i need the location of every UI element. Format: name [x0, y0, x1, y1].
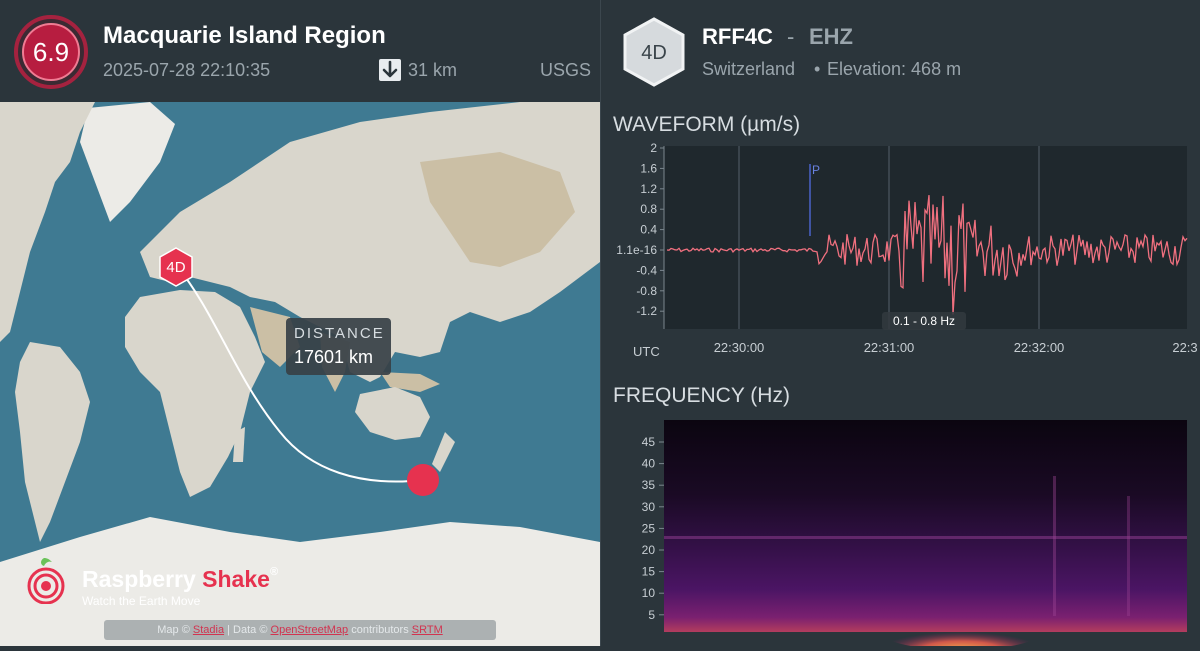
- epicenter-marker[interactable]: [407, 464, 439, 496]
- waveform-title: WAVEFORM (µm/s): [613, 113, 801, 136]
- spectrogram-y-tick: 5: [648, 608, 655, 622]
- spectrogram-y-tick: 35: [642, 478, 656, 492]
- brand-name: Raspberry Shake®: [82, 566, 278, 593]
- station-badge-label: 4D: [641, 42, 667, 64]
- raspberry-shake-logo[interactable]: Raspberry Shake® Watch the Earth Move: [22, 556, 322, 612]
- arrow-down-icon: [379, 59, 401, 81]
- time-tick-1: 22:31:00: [864, 340, 915, 355]
- spectrogram-band: [664, 536, 1187, 539]
- map-attribution: Map © Stadia | Data © OpenStreetMap cont…: [104, 620, 496, 640]
- spectrogram-svg[interactable]: 45 40 35 30 25 20 15 10 5: [601, 416, 1200, 650]
- waveform-y-tick: -0.4: [636, 263, 657, 277]
- station-panel: 4D RFF4C - EHZ Switzerland • Elevation: …: [601, 0, 1200, 650]
- station-badge: 4D: [621, 16, 687, 88]
- station-country: Switzerland: [702, 59, 796, 79]
- waveform-y-tick: 1.2: [640, 182, 657, 196]
- utc-label: UTC: [633, 344, 660, 359]
- attribution-data-prefix: | Data ©: [224, 624, 271, 636]
- station-channel: EHZ: [809, 24, 853, 49]
- waveform-y-tick: 2: [650, 141, 657, 155]
- station-marker[interactable]: 4D: [159, 247, 193, 287]
- waveform-y-tick: 0.4: [640, 223, 657, 237]
- time-tick-0: 22:30:00: [714, 340, 765, 355]
- brand-tagline: Watch the Earth Move: [82, 594, 201, 608]
- event-title: Macquarie Island Region: [103, 22, 386, 49]
- station-marker-label: 4D: [166, 259, 185, 276]
- attribution-prefix: Map ©: [157, 624, 193, 636]
- station-dash: -: [787, 24, 795, 49]
- spectrogram-y-tick: 20: [642, 543, 656, 557]
- spectrogram-y-tick: 10: [642, 586, 656, 600]
- spectrogram-y-tick: 40: [642, 457, 656, 471]
- brand-name-part1: Raspberry: [82, 566, 203, 592]
- brand-name-part2: Shake: [202, 566, 270, 592]
- waveform-chart[interactable]: 2 1.6 1.2 0.8 0.4 1.1e-16 -0.4 -0.8 -1.2 P 0.1 -…: [601, 140, 1200, 370]
- spectrogram-y-tick: 45: [642, 435, 656, 449]
- spectrogram-streak-1: [1053, 476, 1056, 616]
- spectrogram-chart[interactable]: 45 40 35 30 25 20 15 10 5: [601, 416, 1200, 650]
- distance-value: 17601 km: [294, 347, 374, 367]
- station-elevation: Elevation: 468 m: [827, 59, 962, 79]
- event-source: USGS: [540, 60, 592, 80]
- raspberry-icon: [22, 556, 70, 605]
- distance-tooltip: DISTANCE 17601 km: [286, 318, 391, 375]
- waveform-y-tick: -1.2: [636, 304, 657, 318]
- distance-label: DISTANCE: [294, 325, 385, 342]
- waveform-y-tick: -0.8: [636, 284, 657, 298]
- magnitude-badge: 6.9: [14, 15, 88, 89]
- spectrogram-y-ticks: 45 40 35 30 25 20 15 10 5: [642, 435, 664, 622]
- registered-mark: ®: [269, 566, 279, 578]
- frequency-title: FREQUENCY (Hz): [613, 384, 790, 407]
- event-datetime: 2025-07-28 22:10:35: [103, 60, 271, 80]
- spectrogram-plot-area: [664, 420, 1187, 632]
- event-depth: 31 km: [408, 60, 458, 80]
- waveform-y-tick: 1.6: [640, 161, 657, 175]
- spectrogram-y-tick: 30: [642, 500, 656, 514]
- openstreetmap-link[interactable]: OpenStreetMap: [271, 624, 349, 636]
- station-separator: •: [814, 59, 821, 79]
- station-code: RFF4C: [702, 24, 773, 49]
- spectrogram-y-tick: 25: [642, 521, 656, 535]
- spectrogram-streak-2: [1127, 496, 1130, 616]
- event-header: 6.9 Macquarie Island Region 2025-07-28 2…: [0, 0, 600, 102]
- waveform-plot-area: [664, 146, 1187, 329]
- spectrogram-y-tick: 15: [642, 565, 656, 579]
- stadia-link[interactable]: Stadia: [193, 624, 224, 636]
- event-panel: 6.9 Macquarie Island Region 2025-07-28 2…: [0, 0, 600, 646]
- waveform-y-tick: 0.8: [640, 202, 657, 216]
- time-tick-3: 22:3: [1172, 340, 1197, 355]
- p-phase-label: P: [812, 163, 820, 177]
- waveform-y-tick: 1.1e-16: [616, 243, 657, 257]
- attribution-contributors: contributors: [348, 624, 412, 636]
- waveform-y-ticks: 2 1.6 1.2 0.8 0.4 1.1e-16 -0.4 -0.8 -1.2: [616, 141, 664, 318]
- time-tick-2: 22:32:00: [1014, 340, 1065, 355]
- waveform-svg[interactable]: 2 1.6 1.2 0.8 0.4 1.1e-16 -0.4 -0.8 -1.2 P 0.1 -…: [601, 140, 1200, 370]
- magnitude-value: 6.9: [22, 23, 80, 81]
- filter-label: 0.1 - 0.8 Hz: [893, 314, 955, 328]
- srtm-link[interactable]: SRTM: [412, 624, 443, 636]
